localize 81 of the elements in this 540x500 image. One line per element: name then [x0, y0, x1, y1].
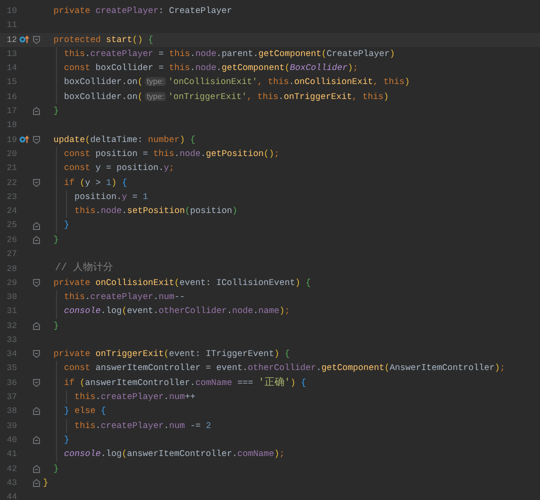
- line-number: 14: [6, 62, 17, 76]
- fold-icon[interactable]: [33, 464, 40, 473]
- code-line: }: [43, 476, 48, 490]
- line-number: 41: [6, 448, 17, 462]
- line-number: 24: [6, 205, 17, 218]
- override-marker-icon[interactable]: [18, 135, 28, 144]
- line-number: 22: [6, 176, 17, 190]
- line-number: 35: [6, 362, 17, 376]
- line-number: 11: [6, 19, 17, 32]
- code-line: console.log(event.otherCollider.node.name);: [43, 304, 290, 319]
- code-line: const boxCollider = this.node.getComponent(BoxCollider);: [43, 61, 358, 76]
- line-number: 43: [6, 476, 17, 490]
- line-number: 31: [6, 305, 17, 318]
- code-line: this.createPlayer.num++: [43, 390, 196, 404]
- fold-icon[interactable]: [33, 322, 40, 330]
- fold-icon[interactable]: [33, 178, 40, 187]
- code-line: console.log(answerItemController.comName);: [43, 447, 285, 462]
- line-number: 29: [6, 276, 17, 290]
- line-number: 38: [6, 405, 17, 418]
- fold-icon[interactable]: [33, 236, 40, 244]
- line-number: 18: [6, 119, 17, 132]
- code-line: private createPlayer: CreatePlayer: [52, 5, 232, 18]
- code-line: this.createPlayer.num--: [43, 290, 185, 304]
- line-number: 40: [6, 434, 17, 447]
- line-number: 23: [6, 190, 17, 204]
- code-line: boxCollider.on( type: 'onTriggerExit', this.onTriggerExit, this): [43, 90, 389, 104]
- code-line: private onTriggerExit(event: ITriggerEvent) {: [52, 348, 290, 362]
- code-line: }: [52, 462, 59, 476]
- code-line: }: [52, 105, 59, 118]
- code-line: }: [52, 320, 59, 333]
- fold-icon[interactable]: [33, 350, 40, 358]
- line-number: 12: [6, 34, 17, 47]
- code-line: }: [43, 218, 70, 233]
- code-line: }: [52, 234, 59, 247]
- code-line: const position = this.node.getPosition();: [43, 146, 280, 162]
- line-number: 32: [6, 320, 17, 333]
- fold-icon[interactable]: [33, 407, 40, 416]
- fold-icon[interactable]: [33, 278, 40, 287]
- line-number: 42: [6, 462, 17, 476]
- code-line: this.createPlayer = this.node.parent.getComponent(CreatePlayer): [43, 46, 395, 62]
- fold-icon[interactable]: [33, 107, 40, 116]
- fold-icon[interactable]: [33, 36, 40, 44]
- code-line: protected start() {: [52, 34, 154, 47]
- line-number: 20: [6, 148, 17, 161]
- line-number: 33: [6, 334, 17, 347]
- code-line: } else {: [43, 404, 106, 419]
- line-number: 16: [6, 90, 17, 104]
- line-number: 26: [6, 234, 17, 247]
- fold-icon[interactable]: [33, 136, 40, 144]
- line-number: 36: [6, 377, 17, 390]
- line-number: 34: [6, 348, 17, 362]
- fold-icon[interactable]: [33, 478, 40, 487]
- code-line: // 人物计分: [54, 261, 114, 276]
- code-line: private onCollisionExit(event: ICollisionEvent) {: [52, 276, 311, 290]
- override-marker-icon[interactable]: [18, 35, 28, 44]
- code-line: this.createPlayer.num -= 2: [43, 418, 212, 433]
- line-number: 15: [6, 76, 17, 90]
- line-number: 39: [6, 420, 17, 433]
- code-line: if (answerItemController.comName === '正确') {: [43, 376, 306, 392]
- code-line: const y = position.y;: [43, 161, 174, 176]
- line-number: 13: [6, 48, 17, 61]
- line-number: 10: [6, 5, 17, 18]
- code-line: const answerItemController = event.otherCollider.getComponent(AnswerItemController);: [43, 361, 506, 376]
- line-number: 21: [6, 162, 17, 176]
- code-line: }: [43, 432, 70, 448]
- line-number: 19: [6, 134, 17, 147]
- line-number: 37: [6, 391, 17, 404]
- fold-icon[interactable]: [33, 436, 40, 444]
- code-line: position.y = 1: [43, 190, 148, 204]
- code-line: this.node.setPosition(position): [43, 204, 238, 218]
- line-number: 28: [6, 262, 17, 276]
- code-line: boxCollider.on( type: 'onCollisionExit', this.onCollisionExit, this): [43, 75, 410, 90]
- line-number: 44: [6, 491, 17, 500]
- line-number: 27: [6, 248, 17, 262]
- line-number: 25: [6, 219, 17, 232]
- code-line: update(deltaTime: number) {: [52, 134, 196, 147]
- fold-icon[interactable]: [33, 222, 40, 230]
- fold-icon[interactable]: [33, 379, 40, 388]
- line-number: 30: [6, 290, 17, 304]
- line-number: 17: [6, 105, 17, 118]
- code-line: if (y > 1) {: [43, 176, 128, 190]
